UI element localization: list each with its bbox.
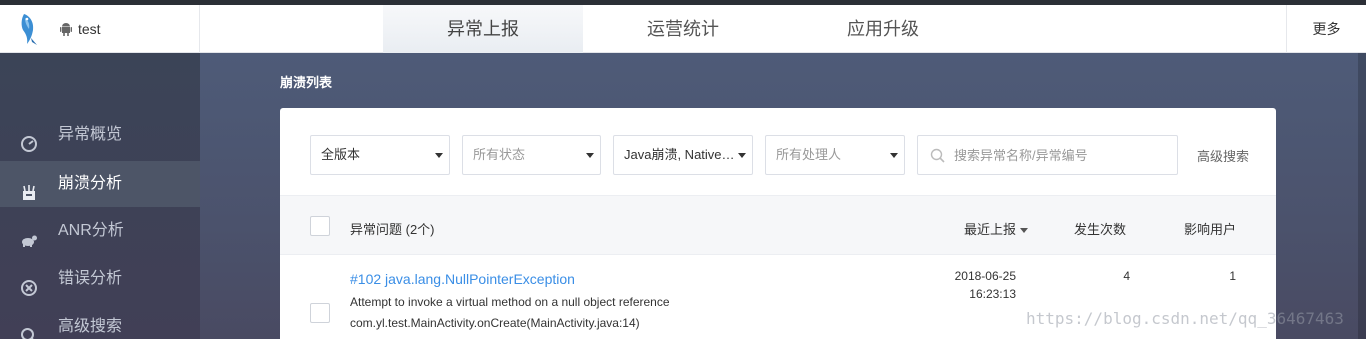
search-box <box>917 135 1178 175</box>
more-button[interactable]: 更多 <box>1286 5 1366 53</box>
search-icon <box>20 318 38 339</box>
bugly-logo-icon <box>18 12 40 49</box>
top-header: test 异常上报 运营统计 应用升级 更多 <box>0 5 1366 53</box>
android-icon <box>60 22 72 39</box>
select-all-checkbox[interactable] <box>310 216 330 236</box>
column-issue: 异常问题 (2个) <box>350 222 435 237</box>
issue-title-link[interactable]: #102 java.lang.NullPointerException <box>350 271 575 287</box>
sidebar-item-label: 崩溃分析 <box>58 175 123 192</box>
dashboard-icon <box>20 126 38 152</box>
chevron-down-icon <box>586 153 594 158</box>
search-input[interactable] <box>954 136 1174 174</box>
search-icon <box>930 148 946 167</box>
sidebar-item-overview[interactable]: 异常概览 <box>0 112 200 158</box>
tab-operations-stats[interactable]: 运营统计 <box>583 5 783 53</box>
issue-affected-users: 1 <box>1229 269 1236 283</box>
row-checkbox[interactable] <box>310 303 330 323</box>
watermark: https://blog.csdn.net/qq_36467463 <box>1026 309 1344 328</box>
chevron-down-icon <box>435 153 443 158</box>
issue-count: 4 <box>1123 269 1130 283</box>
tab-app-upgrade[interactable]: 应用升级 <box>783 5 983 53</box>
crash-list-panel: 全版本 所有状态 Java崩溃, Native… 所有处理人 高级搜索 异常问题… <box>280 108 1276 339</box>
tab-crash-report[interactable]: 异常上报 <box>383 5 583 53</box>
issue-last-report-time: 16:23:13 <box>969 287 1016 301</box>
scrollbar[interactable] <box>1358 53 1366 339</box>
sidebar-item-label: 异常概览 <box>58 126 123 143</box>
sidebar-item-advanced-search[interactable]: 高级搜索 <box>0 304 200 339</box>
main-content: 崩溃列表 全版本 所有状态 Java崩溃, Native… 所有处理人 高级搜索 <box>200 53 1366 339</box>
app-name: test <box>78 21 101 37</box>
crash-icon <box>20 175 38 200</box>
column-last-report[interactable]: 最近上报 <box>964 219 1029 238</box>
status-select-placeholder: 所有状态 <box>473 147 526 162</box>
column-count: 发生次数 <box>1074 222 1127 237</box>
sidebar-item-label: 高级搜索 <box>58 318 123 335</box>
status-select[interactable]: 所有状态 <box>462 135 601 175</box>
sidebar: 异常概览 崩溃分析 ANR分析 错误分析 高级搜索 <box>0 53 200 339</box>
version-select-value: 全版本 <box>321 147 361 162</box>
type-select[interactable]: Java崩溃, Native… <box>613 135 753 175</box>
section-title: 崩溃列表 <box>280 75 333 90</box>
handler-select-placeholder: 所有处理人 <box>776 147 842 162</box>
sidebar-item-label: 错误分析 <box>58 270 123 287</box>
sidebar-item-label: ANR分析 <box>58 222 124 239</box>
issue-description: Attempt to invoke a virtual method on a … <box>350 295 670 309</box>
chevron-down-icon <box>890 153 898 158</box>
brand-area[interactable]: test <box>0 5 200 53</box>
error-icon <box>20 270 38 296</box>
sort-down-icon <box>1020 228 1029 234</box>
column-users: 影响用户 <box>1184 222 1237 237</box>
anr-icon <box>20 222 38 247</box>
type-select-value: Java崩溃, Native… <box>624 147 735 162</box>
column-last-report-label: 最近上报 <box>964 222 1017 237</box>
issue-last-report-date: 2018-06-25 <box>954 269 1016 283</box>
chevron-down-icon <box>738 153 746 158</box>
sidebar-item-anr-analysis[interactable]: ANR分析 <box>0 208 200 254</box>
sidebar-item-error-analysis[interactable]: 错误分析 <box>0 256 200 302</box>
advanced-search-link[interactable]: 高级搜索 <box>1197 146 1249 165</box>
handler-select[interactable]: 所有处理人 <box>765 135 905 175</box>
version-select[interactable]: 全版本 <box>310 135 450 175</box>
issue-location: com.yl.test.MainActivity.onCreate(MainAc… <box>350 316 640 330</box>
table-header: 异常问题 (2个) 最近上报 发生次数 影响用户 <box>280 195 1276 255</box>
sidebar-item-crash-analysis[interactable]: 崩溃分析 <box>0 161 200 207</box>
